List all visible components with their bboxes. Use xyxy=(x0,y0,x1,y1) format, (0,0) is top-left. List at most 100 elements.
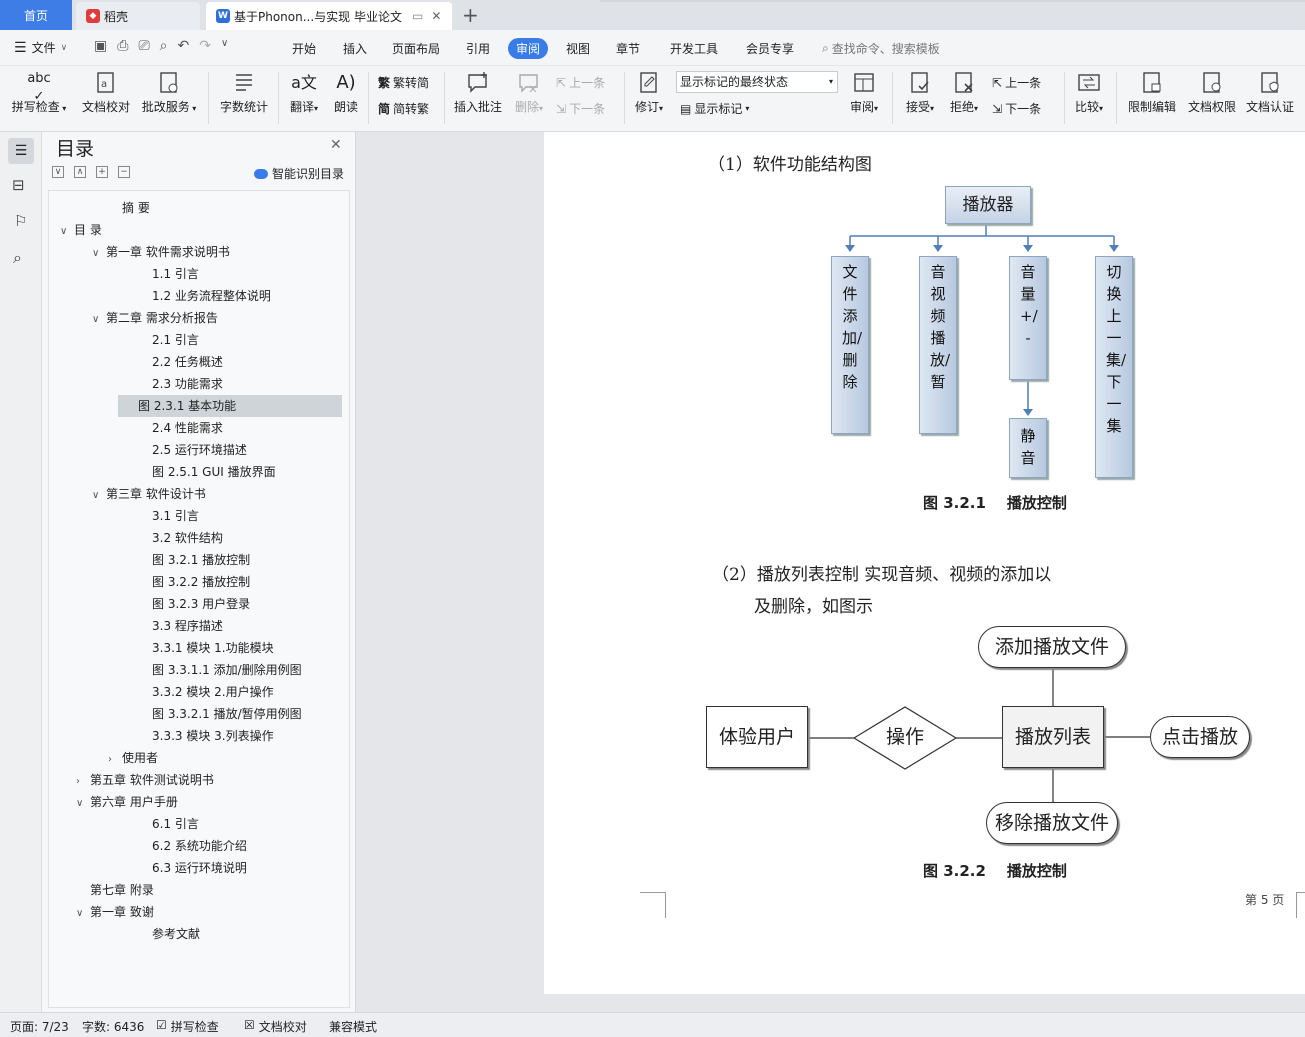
menu-member[interactable]: 会员专享 xyxy=(746,40,794,57)
expand-up-icon[interactable]: ∧ xyxy=(74,166,86,178)
chevron-down-icon[interactable]: ∨ xyxy=(92,485,106,507)
revise-button[interactable]: 修订▾ xyxy=(630,70,668,115)
toc-panel-icon[interactable]: ☰ xyxy=(8,138,34,164)
menu-chapter[interactable]: 章节 xyxy=(616,40,640,57)
chevron-right-icon[interactable]: › xyxy=(108,749,122,771)
toc-item[interactable]: 图 3.2.2 播放控制 xyxy=(138,571,250,593)
toc-item[interactable]: ∨ 第六章 用户手册 xyxy=(76,791,178,813)
toc-item[interactable]: 图 3.2.3 用户登录 xyxy=(138,593,250,615)
search-icon[interactable]: ⌕ xyxy=(13,248,22,268)
next-comment-button[interactable]: ⇲ 下一条 xyxy=(556,100,605,117)
close-tab-icon[interactable]: ✕ xyxy=(431,9,441,23)
accept-button[interactable]: 接受▾ xyxy=(900,70,940,115)
translate-button[interactable]: a文 翻译▾ xyxy=(284,70,324,115)
remove-level-icon[interactable]: − xyxy=(118,166,130,178)
toc-item[interactable]: 3.3.3 模块 3.列表操作 xyxy=(138,725,274,747)
customize-toolbar-icon[interactable]: ∨ xyxy=(221,38,228,54)
command-search[interactable]: ⌕ 查找命令、搜索模板 xyxy=(822,40,940,57)
toc-item[interactable]: 2.4 性能需求 xyxy=(138,417,223,439)
toc-item[interactable]: ∨ 第二章 需求分析报告 xyxy=(92,307,218,329)
toc-item[interactable]: 3.3 程序描述 xyxy=(138,615,223,637)
float-window-icon[interactable]: ▭ xyxy=(412,9,423,23)
toc-item[interactable]: 图 2.5.1 GUI 播放界面 xyxy=(138,461,276,483)
toc-item[interactable]: › 第五章 软件测试说明书 xyxy=(76,769,214,791)
toc-item[interactable]: 6.1 引言 xyxy=(138,813,199,835)
next-change-button[interactable]: ⇲ 下一条 xyxy=(992,100,1041,117)
doc-cert-button[interactable]: 文档认证 xyxy=(1242,70,1298,115)
doccheck-status[interactable]: ☒ 文档校对 xyxy=(244,1018,307,1035)
word-count-button[interactable]: 字数统计 xyxy=(216,70,272,115)
chevron-right-icon[interactable]: › xyxy=(76,771,90,793)
toc-item[interactable]: › 使用者 xyxy=(108,747,158,769)
toc-item[interactable]: 图 3.3.2.1 播放/暂停用例图 xyxy=(138,703,302,725)
prev-change-button[interactable]: ⇱ 上一条 xyxy=(992,74,1041,91)
bookmark-icon[interactable]: ⚐ xyxy=(14,212,27,230)
toc-item[interactable]: ∨ 第一章 致谢 xyxy=(76,901,154,923)
page-indicator[interactable]: 页面: 7/23 xyxy=(10,1018,69,1035)
collapse-all-icon[interactable]: ∨ xyxy=(52,166,64,178)
prev-comment-button[interactable]: ⇱ 上一条 xyxy=(556,74,605,91)
toc-item[interactable]: 1.2 业务流程整体说明 xyxy=(138,285,271,307)
toc-item[interactable]: 参考文献 xyxy=(138,923,200,945)
file-menu[interactable]: ☰ 文件 ∨ xyxy=(14,39,67,56)
redo-icon[interactable]: ↷ xyxy=(199,38,211,54)
show-markup-button[interactable]: ▤ 显示标记 ▾ xyxy=(680,100,749,117)
toc-item[interactable]: 6.2 系统功能介绍 xyxy=(138,835,247,857)
tab-docer[interactable]: ◆ 稻壳 xyxy=(76,2,200,30)
trad-to-simp-button[interactable]: 繁 繁转简 xyxy=(378,74,429,91)
menu-review[interactable]: 审阅 xyxy=(508,38,549,59)
tab-document[interactable]: W 基于Phonon...与实现 毕业论文 ▭ ✕ xyxy=(206,2,452,30)
spellcheck-status[interactable]: ☑ 拼写检查 xyxy=(156,1018,219,1035)
annotate-service-button[interactable]: 批改服务 ▾ xyxy=(138,70,200,115)
toc-item[interactable]: 2.2 任务概述 xyxy=(138,351,223,373)
chevron-down-icon[interactable]: ∨ xyxy=(60,221,74,243)
toc-item[interactable]: 图 3.3.1.1 添加/删除用例图 xyxy=(138,659,302,681)
toc-item[interactable]: 1.1 引言 xyxy=(138,263,199,285)
doc-check-button[interactable]: a 文档校对 xyxy=(78,70,134,115)
menu-view[interactable]: 视图 xyxy=(566,40,590,57)
toc-item[interactable]: 第七章 附录 xyxy=(76,879,154,901)
toc-item[interactable]: 2.1 引言 xyxy=(138,329,199,351)
add-level-icon[interactable]: + xyxy=(96,166,108,178)
word-count[interactable]: 字数: 6436 xyxy=(82,1018,144,1035)
new-tab-button[interactable]: + xyxy=(462,3,479,27)
save-icon[interactable]: ▣ xyxy=(94,38,107,54)
toc-item[interactable]: 3.3.2 模块 2.用户操作 xyxy=(138,681,274,703)
review-pane-button[interactable]: 审阅▾ xyxy=(844,70,884,115)
toc-item[interactable]: 3.2 软件结构 xyxy=(138,527,223,549)
delete-comment-button[interactable]: 删除▾ xyxy=(510,70,548,115)
toc-item[interactable]: 摘 要 xyxy=(108,197,150,219)
navigation-icon[interactable]: ⊟ xyxy=(12,176,25,194)
undo-icon[interactable]: ↶ xyxy=(177,38,189,54)
toc-item[interactable]: 3.1 引言 xyxy=(138,505,199,527)
spellcheck-button[interactable]: abc ✓ 拼写检查 ▾ xyxy=(8,70,70,115)
print-preview-icon[interactable]: ⌕ xyxy=(160,38,168,54)
toc-item[interactable]: 3.3.1 模块 1.功能模块 xyxy=(138,637,274,659)
toc-item[interactable]: 2.5 运行环境描述 xyxy=(138,439,247,461)
reject-button[interactable]: 拒绝▾ xyxy=(944,70,984,115)
toc-item[interactable]: 2.3 功能需求 xyxy=(138,373,223,395)
menu-start[interactable]: 开始 xyxy=(292,40,316,57)
chevron-down-icon[interactable]: ∨ xyxy=(92,243,106,265)
toc-item[interactable]: 6.3 运行环境说明 xyxy=(138,857,247,879)
doc-permission-button[interactable]: 文档权限 xyxy=(1184,70,1240,115)
simp-to-trad-button[interactable]: 简 简转繁 xyxy=(378,100,429,117)
compare-button[interactable]: 比较▾ xyxy=(1070,70,1108,115)
toc-item[interactable]: 图 2.3.1 基本功能 xyxy=(118,395,342,417)
toc-item[interactable]: ∨ 目 录 xyxy=(60,219,102,241)
export-pdf-icon[interactable]: ⎙ xyxy=(117,38,128,54)
read-aloud-button[interactable]: A) 朗读 xyxy=(328,70,364,115)
close-icon[interactable]: ✕ xyxy=(330,137,342,153)
menu-insert[interactable]: 插入 xyxy=(343,40,367,57)
toc-item[interactable]: ∨ 第三章 软件设计书 xyxy=(92,483,206,505)
chevron-down-icon[interactable]: ∨ xyxy=(92,309,106,331)
chevron-down-icon[interactable]: ∨ xyxy=(76,793,90,815)
menu-developer[interactable]: 开发工具 xyxy=(670,40,718,57)
markup-state-select[interactable]: 显示标记的最终状态 ▾ xyxy=(676,71,838,93)
toc-item[interactable]: 图 3.2.1 播放控制 xyxy=(138,549,250,571)
insert-comment-button[interactable]: 插入批注 xyxy=(452,70,504,115)
menu-page-layout[interactable]: 页面布局 xyxy=(392,40,440,57)
toc-item[interactable]: ∨ 第一章 软件需求说明书 xyxy=(92,241,230,263)
restrict-edit-button[interactable]: 限制编辑 xyxy=(1124,70,1180,115)
smart-toc-button[interactable]: 智能识别目录 xyxy=(254,165,344,182)
